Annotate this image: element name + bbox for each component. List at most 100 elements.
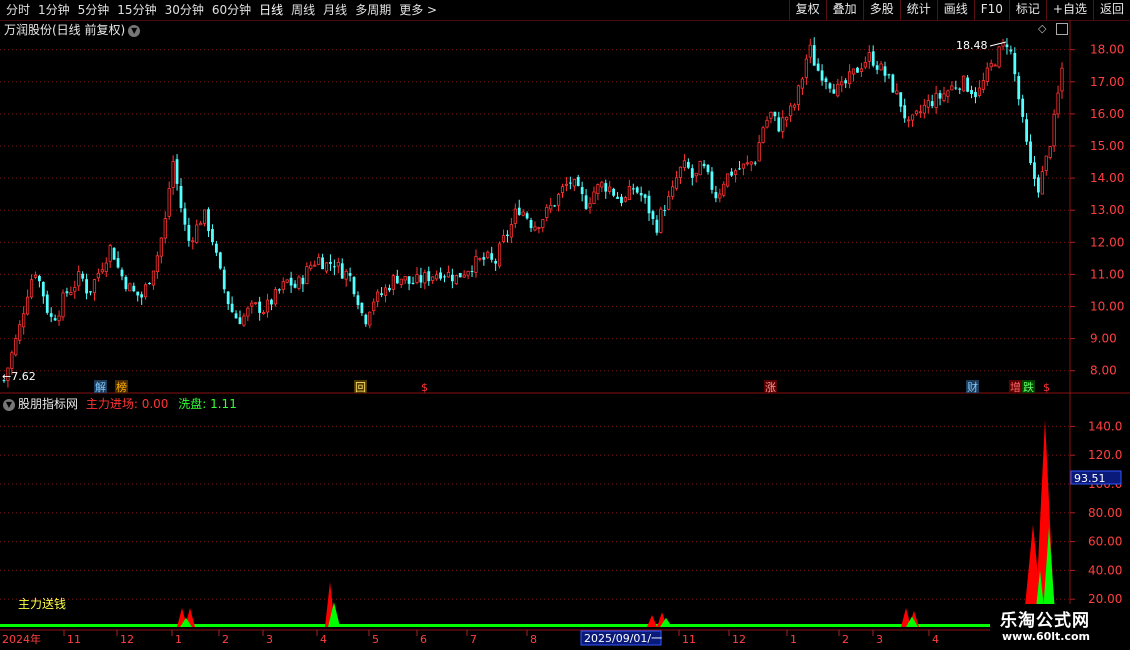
candle-body <box>1040 171 1044 195</box>
candle-body <box>529 220 533 229</box>
candle-body <box>824 78 828 82</box>
candle-body <box>616 196 619 199</box>
candle-body <box>120 269 124 277</box>
candle-body <box>970 90 973 95</box>
event-marker[interactable]: 回 <box>355 381 366 394</box>
price-axis-label: 16.00 <box>1090 107 1124 121</box>
candle-body <box>297 276 301 289</box>
candle-body <box>541 219 545 228</box>
candle-body <box>851 68 856 75</box>
candle-body <box>96 272 100 279</box>
candle-body <box>962 75 966 92</box>
candle-body <box>730 171 734 176</box>
event-marker[interactable]: 榜 <box>116 380 127 394</box>
candle-body <box>686 161 690 168</box>
candle-body <box>1005 44 1009 48</box>
candle-body <box>112 247 116 260</box>
candle-body <box>179 185 183 208</box>
candle-body <box>258 301 262 313</box>
price-chart[interactable]: 18.0017.0016.0015.0014.0013.0012.0011.00… <box>0 0 1130 650</box>
indicator-axis-label: 40.00 <box>1088 563 1122 577</box>
candle-body <box>761 127 765 143</box>
candle-body <box>364 314 368 325</box>
candle-body <box>218 252 222 269</box>
candle-body <box>651 211 655 219</box>
candle-body <box>785 116 789 121</box>
candle-body <box>407 276 411 284</box>
candle-body <box>733 170 738 175</box>
candle-body <box>462 274 466 278</box>
event-marker[interactable]: $ <box>421 381 428 394</box>
candle-body <box>859 68 864 72</box>
candle-body <box>270 299 273 305</box>
candle-body <box>41 281 45 297</box>
candle-body <box>506 234 509 237</box>
candle-body <box>706 164 710 173</box>
candle-body <box>950 85 954 91</box>
price-axis-label: 18.00 <box>1090 43 1124 57</box>
candle-body <box>285 279 289 283</box>
candle-body <box>1017 76 1021 100</box>
candle-body <box>702 163 706 167</box>
candle-body <box>352 277 356 295</box>
candle-body <box>926 100 930 108</box>
candle-body <box>596 184 600 195</box>
date-axis-label: 11 <box>682 633 696 646</box>
candle-body <box>191 240 195 243</box>
candle-body <box>942 93 946 101</box>
candle-body <box>800 78 805 89</box>
candle-body <box>525 213 529 219</box>
price-axis-label: 9.00 <box>1090 332 1117 346</box>
candle-body <box>360 302 364 314</box>
candle-body <box>313 264 317 267</box>
candle-body <box>796 85 801 105</box>
candle-body <box>792 104 797 108</box>
event-marker[interactable]: 跌 <box>1023 380 1034 394</box>
candle-body <box>305 266 309 285</box>
candle-body <box>643 194 647 198</box>
candle-body <box>840 81 844 86</box>
candle-body <box>549 204 553 210</box>
candle-body <box>143 284 148 298</box>
event-marker[interactable]: 增 <box>1010 380 1021 394</box>
date-axis-label: 5 <box>372 633 379 646</box>
candle-body <box>848 71 852 85</box>
candle-body <box>490 253 494 260</box>
event-marker[interactable]: 解 <box>95 380 106 394</box>
candle-body <box>435 274 439 280</box>
candle-body <box>667 195 671 210</box>
candle-body <box>773 111 777 117</box>
candle-body <box>439 272 442 279</box>
candle-body <box>871 51 875 66</box>
candle-body <box>466 270 470 276</box>
candle-body <box>907 119 911 122</box>
price-axis-label: 10.00 <box>1090 300 1124 314</box>
date-axis-label: 3 <box>876 633 883 646</box>
candle-body <box>89 291 92 293</box>
candle-body <box>820 70 824 81</box>
candle-body <box>100 269 104 273</box>
candle-body <box>163 218 167 239</box>
candle-body <box>635 187 639 193</box>
date-axis-label: 4 <box>932 633 939 646</box>
candle-body <box>977 87 982 96</box>
candle-body <box>171 161 175 188</box>
candle-body <box>816 63 820 71</box>
candle-body <box>769 111 773 119</box>
candle-body <box>1009 49 1013 52</box>
candle-body <box>148 282 151 285</box>
event-marker[interactable]: 涨 <box>765 381 776 394</box>
candle-body <box>474 256 478 273</box>
candle-body <box>568 182 572 184</box>
date-axis-label: 1 <box>790 633 797 646</box>
candle-body <box>124 277 128 290</box>
candle-body <box>682 160 687 169</box>
candle-body <box>372 301 376 312</box>
low-price-label: ←7.62 <box>2 370 36 383</box>
candle-body <box>501 235 506 242</box>
candle-body <box>136 291 140 296</box>
candle-body <box>832 89 836 94</box>
event-marker[interactable]: $ <box>1043 381 1050 394</box>
candle-body <box>53 318 57 321</box>
event-marker[interactable]: 财 <box>967 380 978 394</box>
